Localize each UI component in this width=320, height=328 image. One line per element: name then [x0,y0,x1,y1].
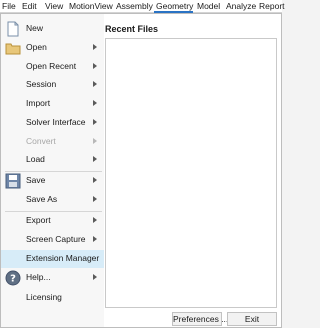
menu-item-new[interactable]: New [1,20,104,38]
menu-file[interactable]: File [0,0,16,13]
menu-item-open-recent[interactable]: Open Recent [1,58,104,76]
submenu-arrow-icon [93,119,97,125]
menu-assembly[interactable]: Assembly [114,0,153,13]
submenu-arrow-icon [93,274,97,280]
menu-view[interactable]: View [43,0,63,13]
submenu-arrow-icon [93,81,97,87]
submenu-arrow-icon [93,156,97,162]
help-icon: ? [5,270,21,286]
menu-model[interactable]: Model [195,0,220,13]
menu-item-label: New [26,23,44,33]
folder-icon [5,40,21,56]
new-document-icon [5,21,21,37]
recent-files-title: Recent Files [105,24,159,34]
submenu-arrow-icon [93,196,97,202]
menu-item-label: Import [26,98,51,108]
menu-report[interactable]: Report [257,0,285,13]
menu-item-label: Save As [26,194,58,204]
menu-item-screen-capture[interactable]: Screen Capture [1,231,104,249]
submenu-arrow-icon [93,236,97,242]
menubar: File Edit View MotionView Assembly Geome… [0,0,285,13]
menu-item-label: Extension Manager [26,253,100,263]
submenu-arrow-icon [93,217,97,223]
menu-item-open[interactable]: Open [1,39,104,57]
menu-item-extension-manager[interactable]: Extension Manager [1,250,104,268]
menu-item-label: Open [26,42,47,52]
submenu-arrow-icon [93,138,97,144]
menu-item-convert: Convert [1,133,104,151]
svg-text:?: ? [10,274,16,285]
menu-item-solver-interface[interactable]: Solver Interface [1,114,104,132]
exit-button[interactable]: Exit [227,312,277,326]
menu-analyze[interactable]: Analyze [224,0,256,13]
menu-item-label: Convert [26,136,56,146]
menu-item-import[interactable]: Import [1,95,104,113]
menu-item-session[interactable]: Session [1,76,104,94]
menu-item-save[interactable]: Save [1,172,104,190]
menu-item-licensing[interactable]: Licensing [1,289,104,307]
submenu-arrow-icon [93,100,97,106]
menu-item-label: Save [26,175,46,185]
menu-item-label: Session [26,79,57,89]
submenu-arrow-icon [93,63,97,69]
recent-files-list[interactable] [105,38,277,308]
menu-item-label: Export [26,215,51,225]
menu-motionview[interactable]: MotionView [67,0,113,13]
submenu-arrow-icon [93,177,97,183]
menu-item-label: Solver Interface [26,117,86,127]
menu-item-load[interactable]: Load [1,151,104,169]
menu-item-label: Open Recent [26,61,77,71]
menu-item-export[interactable]: Export [1,212,104,230]
menu-item-label: Licensing [26,292,62,302]
menu-item-label: Load [26,154,45,164]
menu-item-label: Help... [26,272,51,282]
file-menu-panel: New Open Open Recent Session Import Solv… [0,13,282,328]
file-menu-list: New Open Open Recent Session Import Solv… [1,14,104,327]
menu-item-help[interactable]: ? Help... [1,269,104,287]
menu-item-save-as[interactable]: Save As [1,191,104,209]
save-disk-icon [5,173,21,189]
submenu-arrow-icon [93,44,97,50]
menu-item-label: Screen Capture [26,234,86,244]
menu-edit[interactable]: Edit [20,0,37,13]
preferences-button[interactable]: Preferences ... [172,312,228,326]
menu-geometry[interactable]: Geometry [154,0,194,13]
